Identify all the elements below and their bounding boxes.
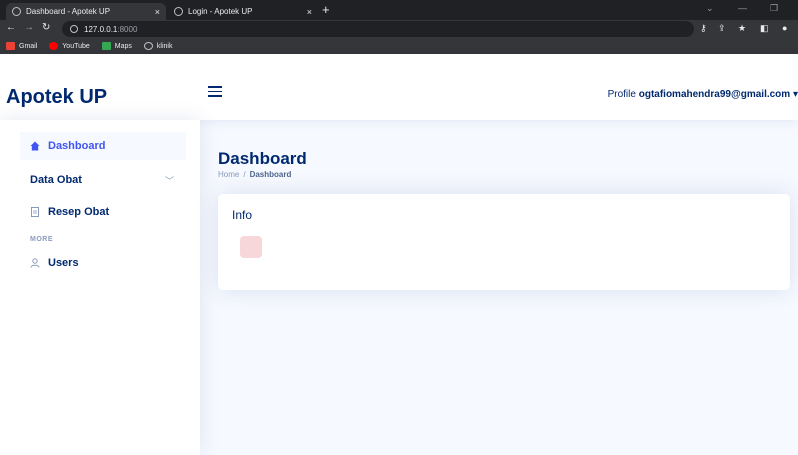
bookmark-label: Maps <box>114 42 132 50</box>
sidebar-item-resep-obat[interactable]: Resep Obat <box>20 198 186 226</box>
bookmark-youtube[interactable]: YouTube <box>49 42 90 50</box>
maps-icon <box>101 42 111 50</box>
breadcrumb-home[interactable]: Home <box>218 170 239 179</box>
account-icon[interactable]: ● <box>782 23 787 33</box>
chevron-down-icon: ﹀ <box>164 175 174 186</box>
address-bar[interactable]: 127.0.0.1:8000 <box>62 21 694 37</box>
sidebar-item-label: Data Obat <box>30 174 82 186</box>
browser-toolbar: ← → ↻ 127.0.0.1:8000 ⚷ ⇪ ★ ◧ ● <box>0 20 798 38</box>
info-card: Info <box>218 194 790 290</box>
profile-dropdown[interactable]: Profile ogtafiomahendra99@gmail.com ▾ <box>608 89 798 100</box>
info-card-icon <box>240 236 262 258</box>
globe-icon <box>143 42 153 50</box>
minimize-icon[interactable]: — <box>738 3 747 13</box>
bookmark-label: Gmail <box>19 42 38 50</box>
bookmark-maps[interactable]: Maps <box>101 42 132 50</box>
new-tab-button[interactable]: + <box>322 2 330 17</box>
browser-tab-login[interactable]: Login - Apotek UP × <box>168 3 318 20</box>
sidepanel-icon[interactable]: ◧ <box>760 23 769 34</box>
share-icon[interactable]: ⇪ <box>718 23 726 34</box>
bookmark-star-icon[interactable]: ★ <box>738 23 746 34</box>
globe-icon <box>174 7 183 16</box>
document-icon <box>31 207 39 217</box>
profile-email: ogtafiomahendra99@gmail.com <box>638 89 791 100</box>
sidebar-item-users[interactable]: Users <box>20 249 186 277</box>
tab-title: Login - Apotek UP <box>188 7 253 16</box>
back-icon[interactable]: ← <box>6 22 16 33</box>
app-header: Apotek UP Profile ogtafiomahendra99@gmai… <box>0 54 798 120</box>
page-title: Dashboard <box>218 149 307 168</box>
bookmark-gmail[interactable]: Gmail <box>6 42 37 50</box>
sidebar-item-dashboard[interactable]: Dashboard <box>20 132 186 160</box>
caret-down-icon: ▾ <box>792 89 798 100</box>
restore-icon[interactable]: ❐ <box>770 3 778 14</box>
breadcrumb: Home / Dashboard <box>218 170 291 179</box>
sidebar-section-heading: MORE <box>30 236 53 243</box>
card-title: Info <box>232 208 253 222</box>
bookmark-label: klinik <box>156 42 173 50</box>
sidebar-item-label: Dashboard <box>48 140 106 152</box>
site-info-icon[interactable] <box>70 25 78 33</box>
tab-title: Dashboard - Apotek UP <box>26 7 111 16</box>
sidebar-item-data-obat[interactable]: Data Obat ﹀ <box>20 166 186 194</box>
gmail-icon <box>6 42 15 50</box>
close-tab-icon[interactable]: × <box>155 7 160 17</box>
tab-search-icon[interactable]: ⌄ <box>706 3 714 14</box>
browser-tab-dashboard[interactable]: Dashboard - Apotek UP × <box>6 3 166 20</box>
user-icon <box>30 258 40 268</box>
bookmark-klinik[interactable]: klinik <box>143 42 173 50</box>
forward-icon[interactable]: → <box>24 22 34 33</box>
close-tab-icon[interactable]: × <box>307 7 312 17</box>
sidebar-item-label: Resep Obat <box>48 206 110 218</box>
profile-label: Profile <box>607 89 636 100</box>
youtube-icon <box>49 42 59 50</box>
sidebar-item-label: Users <box>48 257 79 269</box>
breadcrumb-current: Dashboard <box>249 170 292 179</box>
browser-tab-bar: Dashboard - Apotek UP × Login - Apotek U… <box>0 0 798 20</box>
house-icon <box>30 141 40 151</box>
menu-toggle-icon[interactable] <box>208 86 222 97</box>
reload-icon[interactable]: ↻ <box>42 22 50 33</box>
bookmarks-bar: Gmail YouTube Maps klinik <box>0 38 798 54</box>
globe-icon <box>12 7 21 16</box>
bookmark-label: YouTube <box>62 42 90 50</box>
key-icon[interactable]: ⚷ <box>700 23 707 34</box>
url-port: :8000 <box>117 24 138 34</box>
breadcrumb-separator: / <box>243 170 246 179</box>
sidebar: Dashboard Data Obat ﹀ Resep Obat MORE Us… <box>0 120 200 455</box>
url-host: 127.0.0.1 <box>84 24 118 34</box>
app-logo[interactable]: Apotek UP <box>6 86 107 109</box>
